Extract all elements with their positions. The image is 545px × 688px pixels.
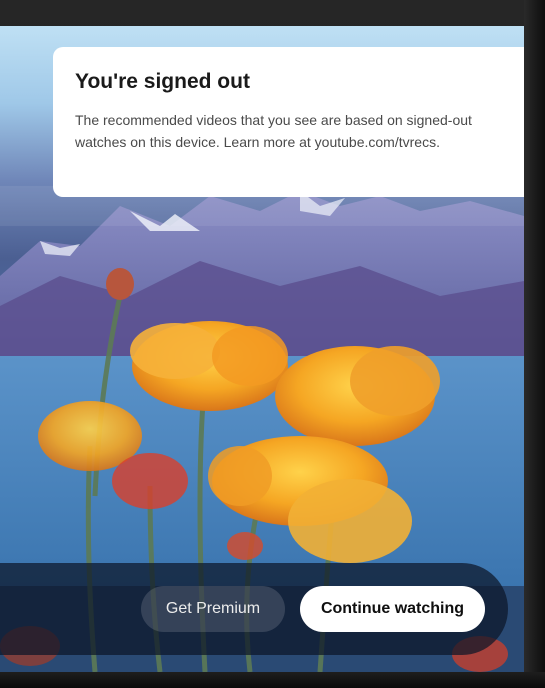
tv-bezel-bottom [0, 672, 545, 688]
action-bar: Get Premium Continue watching [0, 563, 508, 655]
tv-frame: You're signed out The recommended videos… [0, 0, 545, 688]
tv-bezel-right [524, 0, 545, 688]
continue-watching-button[interactable]: Continue watching [300, 586, 485, 632]
get-premium-button[interactable]: Get Premium [141, 586, 285, 632]
dialog-message: The recommended videos that you see are … [75, 112, 472, 150]
dialog-title: You're signed out [75, 70, 250, 93]
signed-out-dialog: You're signed out The recommended videos… [53, 47, 524, 197]
tv-screen: You're signed out The recommended videos… [0, 26, 524, 672]
